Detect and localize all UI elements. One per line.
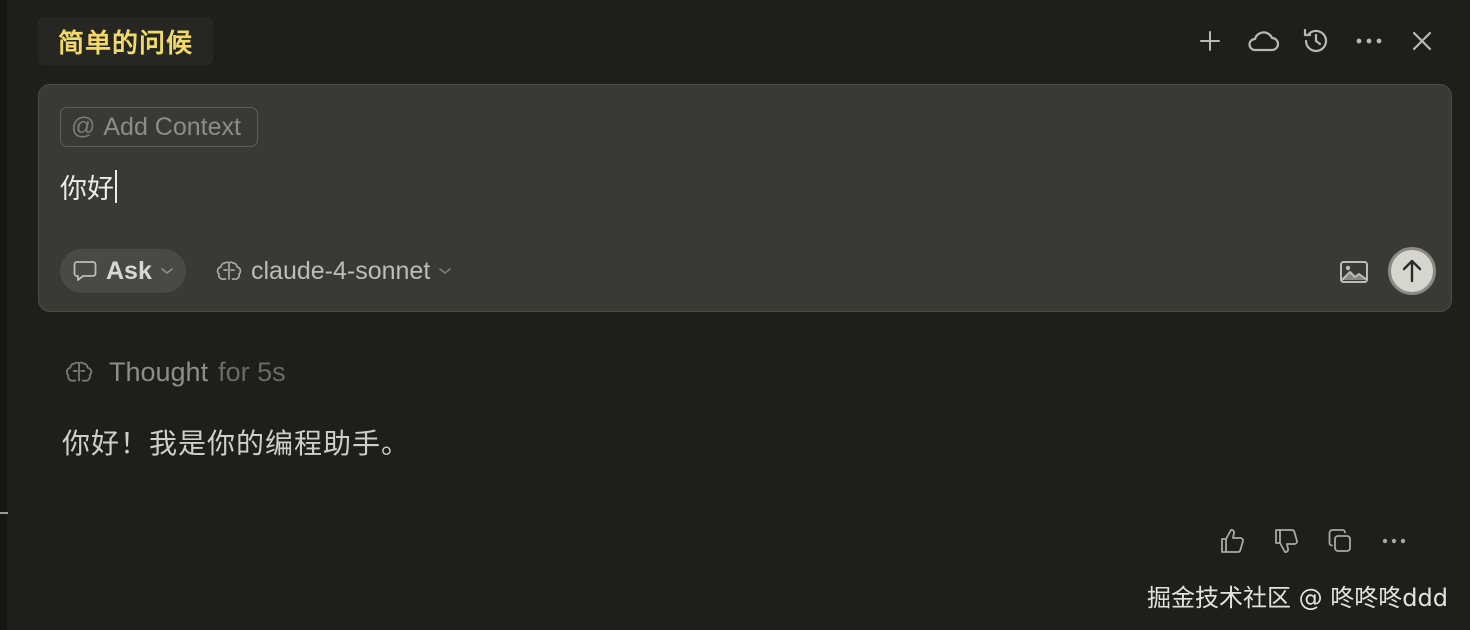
brain-icon xyxy=(216,261,242,281)
chat-composer: @ Add Context 你好 Ask claude-4-sonnet xyxy=(38,84,1452,312)
message-input-value: 你好 xyxy=(60,174,114,205)
message-more-button[interactable] xyxy=(1367,522,1421,560)
thumbs-down-icon xyxy=(1275,529,1298,553)
new-chat-button[interactable] xyxy=(1183,22,1236,60)
chevron-down-icon xyxy=(161,268,173,274)
thumbs-up-button[interactable] xyxy=(1205,522,1259,560)
chevron-down-icon xyxy=(439,268,452,274)
resize-handle[interactable] xyxy=(0,512,8,514)
history-button[interactable] xyxy=(1289,22,1342,60)
more-horizontal-icon xyxy=(1382,538,1406,544)
assistant-message: 你好！我是你的编程助手。 xyxy=(62,427,411,460)
attach-image-button[interactable] xyxy=(1339,257,1369,287)
arrow-up-icon xyxy=(1402,259,1422,283)
history-icon xyxy=(1303,28,1327,53)
thought-duration: for 5s xyxy=(218,356,286,387)
left-panel-edge xyxy=(0,0,7,630)
thought-indicator[interactable]: Thought for 5s xyxy=(64,352,286,392)
chat-title[interactable]: 简单的问候 xyxy=(38,17,214,65)
chat-bubble-icon xyxy=(73,261,97,281)
message-input[interactable]: 你好 xyxy=(60,167,117,206)
more-horizontal-icon xyxy=(1356,38,1381,44)
message-actions xyxy=(1205,522,1421,560)
at-sign-icon: @ xyxy=(71,113,96,140)
brain-icon xyxy=(65,361,93,382)
close-button[interactable] xyxy=(1395,22,1448,60)
close-icon xyxy=(1412,31,1431,51)
text-caret xyxy=(115,170,117,203)
model-label: claude-4-sonnet xyxy=(251,256,431,285)
thumbs-down-button[interactable] xyxy=(1259,522,1313,560)
header-actions xyxy=(1183,22,1448,60)
add-context-button[interactable]: @ Add Context xyxy=(60,107,258,147)
copy-button[interactable] xyxy=(1313,522,1367,560)
more-options-button[interactable] xyxy=(1342,22,1395,60)
plus-icon xyxy=(1199,31,1220,51)
mode-label: Ask xyxy=(106,256,152,285)
watermark: 掘金技术社区 @ 咚咚咚ddd xyxy=(1147,584,1448,612)
thought-label: Thought xyxy=(109,356,209,387)
cloud-sync-button[interactable] xyxy=(1236,22,1289,60)
copy-icon xyxy=(1328,529,1351,552)
thumbs-up-icon xyxy=(1221,529,1244,553)
model-selector[interactable]: claude-4-sonnet xyxy=(215,249,452,293)
add-context-label: Add Context xyxy=(103,112,241,141)
mode-selector[interactable]: Ask xyxy=(60,249,186,293)
cloud-icon xyxy=(1247,31,1279,52)
image-icon xyxy=(1340,261,1368,283)
send-button[interactable] xyxy=(1388,247,1436,295)
